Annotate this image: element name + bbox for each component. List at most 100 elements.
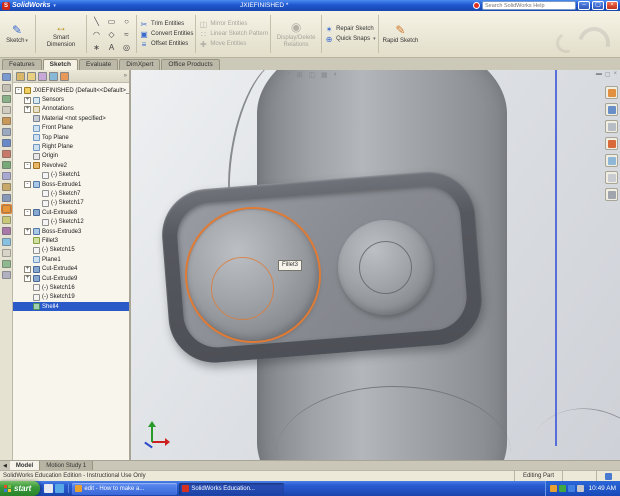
section-view-icon[interactable] bbox=[1, 238, 11, 246]
quick-snaps-button[interactable]: ⊕ Quick Snaps ▾ bbox=[324, 35, 376, 44]
updates-icon[interactable] bbox=[549, 485, 557, 492]
select-icon[interactable] bbox=[1, 139, 11, 147]
shaded-icon[interactable] bbox=[1, 216, 11, 224]
tree-item[interactable]: + Annotations bbox=[13, 105, 129, 114]
tree-item[interactable]: (-) Sketch1 bbox=[13, 171, 129, 180]
tree-item[interactable]: - Cut-Extrude8 bbox=[13, 208, 129, 217]
tree-item[interactable]: (-) Sketch19 bbox=[13, 293, 129, 302]
tree-expander[interactable]: - bbox=[24, 181, 31, 189]
maximize-button[interactable]: ▢ bbox=[592, 1, 604, 10]
graphics-area[interactable]: Fillet3 ⌂ ◔ ⊞ ◫ ▦ ◐ ▬ ▢ × bbox=[131, 70, 620, 460]
move-entities-button[interactable]: ✚ Move Entities bbox=[198, 40, 268, 49]
appearances-icon[interactable] bbox=[605, 171, 618, 184]
text-tool[interactable]: A bbox=[104, 41, 119, 54]
undo-icon[interactable] bbox=[1, 117, 11, 125]
solidworks-resources-icon[interactable] bbox=[605, 86, 618, 99]
tree-expander[interactable]: - bbox=[24, 209, 31, 217]
sketch-icon[interactable] bbox=[1, 150, 11, 158]
previous-view-icon[interactable]: ⊞ bbox=[296, 71, 302, 79]
configurationmanager-tab-icon[interactable] bbox=[38, 71, 47, 81]
options-icon[interactable] bbox=[1, 271, 11, 279]
tab-motion-study-1[interactable]: Motion Study 1 bbox=[40, 460, 94, 471]
tree-expander[interactable]: - bbox=[24, 162, 31, 170]
tree-item[interactable]: Plane1 bbox=[13, 255, 129, 264]
tab-sketch[interactable]: Sketch bbox=[42, 59, 78, 70]
sketch-button[interactable]: ✎ Sketch▾ bbox=[1, 13, 33, 55]
tree-item[interactable]: Front Plane bbox=[13, 124, 129, 133]
tree-item[interactable]: - Boss-Extrude1 bbox=[13, 180, 129, 189]
design-library-icon[interactable] bbox=[605, 103, 618, 116]
tree-expander[interactable]: + bbox=[24, 105, 31, 113]
section-view-icon[interactable]: ◫ bbox=[308, 71, 315, 79]
ellipse-tool[interactable]: ◎ bbox=[119, 41, 134, 54]
zoom-fit-icon[interactable] bbox=[1, 161, 11, 169]
appearance-icon[interactable] bbox=[1, 260, 11, 268]
tree-expander[interactable]: - bbox=[15, 87, 22, 95]
view-settings-icon[interactable]: ▦ bbox=[321, 71, 328, 79]
volume-icon[interactable] bbox=[576, 485, 584, 492]
tree-item[interactable]: - JXIEFINISHED (Default<<Default>_ bbox=[13, 86, 129, 95]
spline-tool[interactable]: ≈ bbox=[119, 28, 134, 41]
tree-item[interactable]: Top Plane bbox=[13, 133, 129, 142]
tree-item[interactable]: + Cut-Extrude4 bbox=[13, 264, 129, 273]
zoom-area-icon[interactable] bbox=[1, 172, 11, 180]
internet-explorer-icon[interactable] bbox=[55, 484, 65, 493]
tree-item[interactable]: Origin bbox=[13, 152, 129, 161]
status-icon-cell[interactable] bbox=[596, 471, 620, 481]
rapid-sketch-button[interactable]: ✎ Rapid Sketch bbox=[381, 13, 421, 55]
tree-item[interactable]: (-) Sketch16 bbox=[13, 283, 129, 292]
trim-entities-button[interactable]: ✂ Trim Entities bbox=[139, 20, 193, 29]
featuremanager-tab-icon[interactable] bbox=[16, 71, 25, 81]
tab-evaluate[interactable]: Evaluate bbox=[78, 59, 119, 70]
tab-scroll-arrow-icon[interactable]: ◀ bbox=[0, 463, 10, 469]
point-tool[interactable]: ∗ bbox=[89, 41, 104, 54]
pan-icon[interactable] bbox=[1, 194, 11, 202]
tree-item[interactable]: Right Plane bbox=[13, 142, 129, 151]
tree-item[interactable]: (-) Sketch12 bbox=[13, 217, 129, 226]
tab-features[interactable]: Features bbox=[2, 59, 42, 70]
start-button[interactable]: start bbox=[0, 481, 41, 496]
tree-expander[interactable]: + bbox=[24, 275, 31, 282]
linear-sketch-pattern-button[interactable]: ∷ Linear Sketch Pattern bbox=[198, 30, 268, 39]
tree-item[interactable]: (-) Sketch15 bbox=[13, 246, 129, 255]
display-style-icon[interactable]: ◐ bbox=[334, 71, 338, 79]
new-icon[interactable] bbox=[1, 73, 11, 81]
file-explorer-icon[interactable] bbox=[605, 120, 618, 133]
polygon-tool[interactable]: ◇ bbox=[104, 28, 119, 41]
tree-item[interactable]: (-) Sketch7 bbox=[13, 189, 129, 198]
mirror-entities-button[interactable]: ◫ Mirror Entities bbox=[198, 20, 268, 29]
save-icon[interactable] bbox=[1, 95, 11, 103]
viewport-close-icon[interactable]: × bbox=[613, 71, 617, 78]
tree-item[interactable]: (-) Sketch17 bbox=[13, 199, 129, 208]
tree-item[interactable]: + Boss-Extrude3 bbox=[13, 227, 129, 236]
smart-dimension-button[interactable]: ↔ Smart Dimension bbox=[38, 13, 84, 55]
close-button[interactable]: × bbox=[606, 1, 618, 10]
zoom-fit-icon[interactable]: ⌂ bbox=[276, 71, 280, 79]
tree-item[interactable]: - Revolve2 bbox=[13, 161, 129, 170]
displaymanager-tab-icon[interactable] bbox=[60, 71, 69, 81]
tab-dimxpert[interactable]: DimXpert bbox=[119, 59, 161, 70]
help-icon[interactable] bbox=[473, 2, 480, 9]
display-delete-relations-button[interactable]: ◉ Display/Delete Relations bbox=[273, 13, 319, 55]
zoom-area-icon[interactable]: ◔ bbox=[286, 71, 290, 79]
panel-flyout-icon[interactable]: » bbox=[124, 73, 129, 79]
taskbar-task-1[interactable]: edit - How to make a... bbox=[72, 482, 178, 495]
offset-entities-button[interactable]: ≡ Offset Entities bbox=[139, 40, 193, 49]
rotate-view-icon[interactable] bbox=[1, 183, 11, 191]
line-tool[interactable]: ╲ bbox=[89, 15, 104, 28]
search-icon[interactable] bbox=[605, 137, 618, 150]
tree-expander[interactable]: + bbox=[24, 96, 31, 104]
rectangle-tool[interactable]: ▭ bbox=[104, 15, 119, 28]
tree-item[interactable]: Fillet3 bbox=[13, 236, 129, 245]
measure-icon[interactable] bbox=[1, 249, 11, 257]
circle-tool[interactable]: ○ bbox=[119, 15, 134, 28]
tab-office-products[interactable]: Office Products bbox=[161, 59, 220, 70]
view-palette-icon[interactable] bbox=[605, 154, 618, 167]
tree-expander[interactable]: + bbox=[24, 265, 31, 273]
repair-sketch-button[interactable]: ✶ Repair Sketch bbox=[324, 25, 376, 34]
taskbar-task-2[interactable]: SolidWorks Education... bbox=[179, 482, 285, 495]
rebuild-icon[interactable] bbox=[1, 128, 11, 136]
tree-item[interactable]: Material <not specified> bbox=[13, 114, 129, 123]
propertymanager-tab-icon[interactable] bbox=[27, 71, 36, 81]
viewport-minimize-icon[interactable]: ▬ bbox=[596, 71, 602, 78]
